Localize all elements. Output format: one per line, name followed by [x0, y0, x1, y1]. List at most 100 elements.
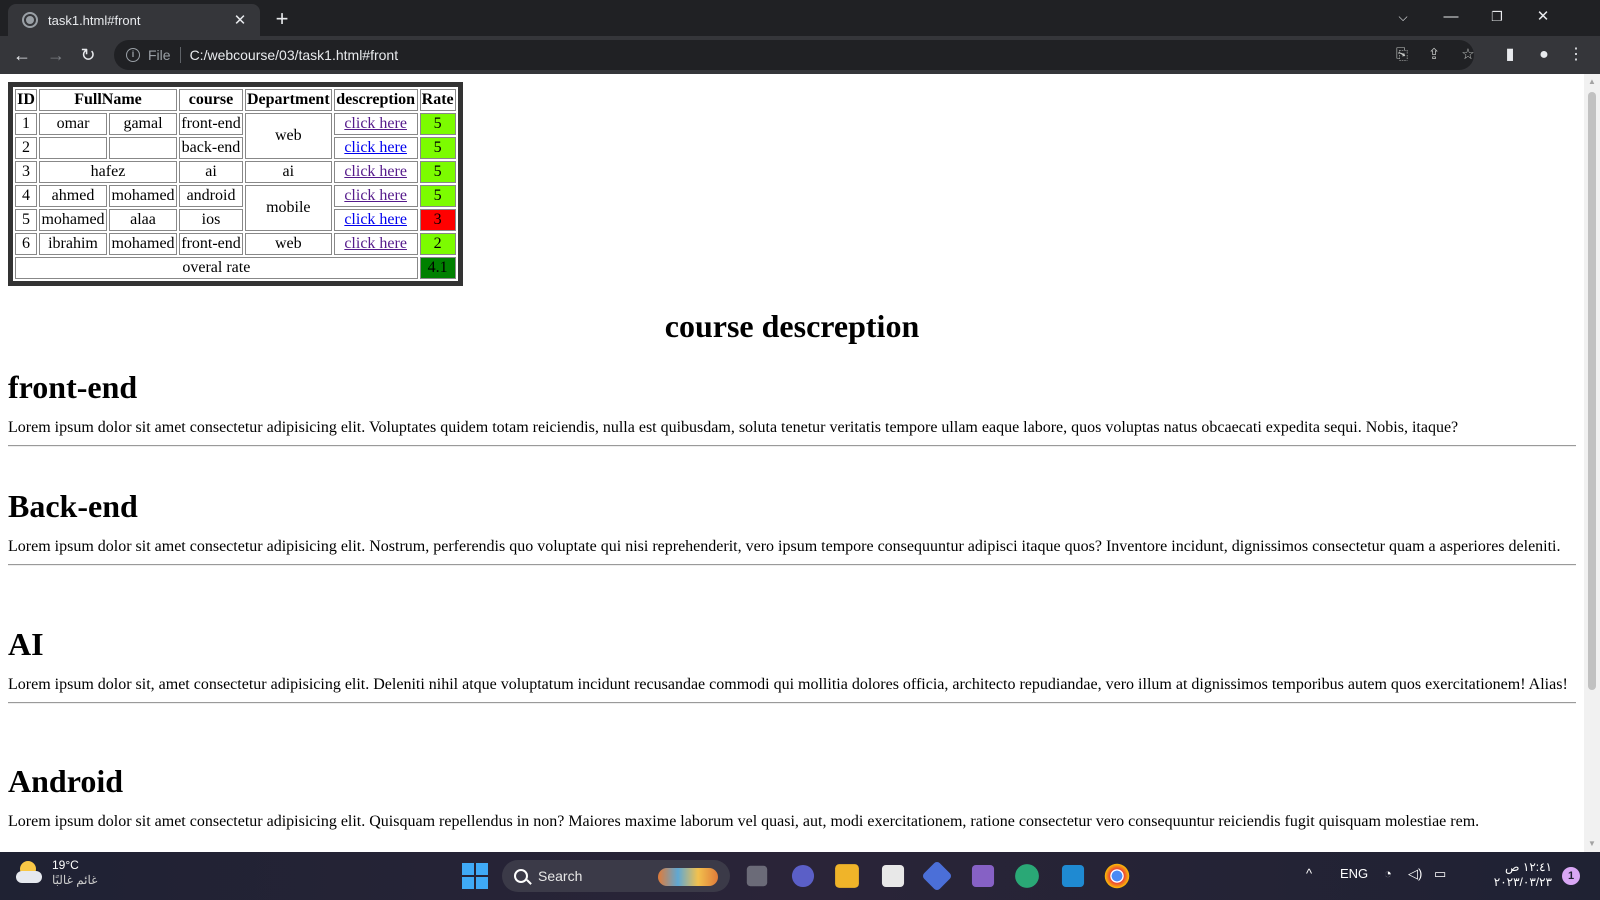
cell-last-name: alaa: [109, 209, 177, 231]
table-row: 6 ibrahim mohamed front-end web click he…: [15, 233, 456, 255]
section-divider: [8, 702, 1576, 704]
share-icon[interactable]: ⇪: [1424, 45, 1444, 65]
cell-description: click here: [333, 137, 418, 159]
vscode-icon[interactable]: [1061, 864, 1085, 888]
table-row: 1 omar gamal front-end web click here 5: [15, 113, 456, 159]
click-here-link[interactable]: click here: [344, 187, 407, 204]
click-here-link[interactable]: click here: [344, 211, 407, 228]
minimize-button[interactable]: —: [1428, 0, 1474, 34]
back-arrow-icon[interactable]: ←: [8, 41, 36, 69]
reload-icon[interactable]: ↻: [74, 41, 102, 69]
notification-badge[interactable]: 1: [1562, 867, 1580, 885]
section-divider: [8, 445, 1576, 447]
course-description-heading: course descreption: [664, 308, 920, 344]
search-highlight-art: [658, 868, 718, 886]
cell-last-name: gamal: [109, 113, 177, 135]
click-here-link[interactable]: click here: [344, 235, 407, 252]
section-text: Lorem ipsum dolor sit, amet consectetur …: [8, 676, 1568, 693]
cell-full-name: hafez: [39, 161, 177, 183]
tab-title: task1.html#front: [48, 12, 141, 28]
cell-first-name: ahmed: [39, 185, 107, 207]
bookmark-star-icon[interactable]: ☆: [1458, 45, 1478, 65]
teams-chat-icon[interactable]: [791, 864, 815, 888]
microsoft-store-icon[interactable]: [881, 864, 905, 888]
tab-search-icon[interactable]: ⌵: [1380, 0, 1426, 34]
overall-rate-value: 4.1: [419, 257, 456, 279]
table-footer-row: overal rate 4.1: [15, 257, 456, 279]
cell-course: android: [179, 185, 243, 207]
windows-start-icon[interactable]: [462, 863, 488, 889]
cell-last-name: mohamed: [109, 233, 177, 255]
taskbar-search[interactable]: Search: [502, 860, 730, 892]
scroll-up-arrow-icon[interactable]: ▲: [1584, 74, 1600, 90]
language-indicator[interactable]: ENG: [1340, 866, 1368, 881]
course-section-front-end: front-end Lorem ipsum dolor sit amet con…: [8, 368, 1576, 447]
cell-course: back-end: [179, 137, 243, 159]
courses-table: ID FullName course Department descreptio…: [8, 82, 463, 286]
section-text: Lorem ipsum dolor sit amet consectetur a…: [8, 813, 1480, 830]
power-automate-icon[interactable]: [921, 860, 953, 892]
course-section-ai: AI Lorem ipsum dolor sit, amet consectet…: [8, 625, 1576, 704]
side-panel-icon[interactable]: ▮: [1500, 45, 1520, 65]
chrome-icon[interactable]: [1104, 863, 1130, 889]
cell-rate: 5: [419, 185, 456, 207]
cell-course: front-end: [179, 113, 243, 135]
header-fullname: FullName: [39, 89, 177, 111]
wifi-icon[interactable]: ◔: [1384, 866, 1392, 881]
new-tab-button[interactable]: +: [268, 6, 296, 34]
table-row: 4 ahmed mohamed android mobile click her…: [15, 185, 456, 231]
tab-strip: task1.html#front ✕ + ⌵ — ❐ ✕: [0, 0, 1600, 36]
show-hidden-icons-chevron-icon[interactable]: ^: [1306, 866, 1312, 881]
click-here-link[interactable]: click here: [344, 163, 407, 180]
close-window-button[interactable]: ✕: [1520, 0, 1566, 34]
partly-cloudy-icon: [16, 859, 44, 887]
cell-id: 3: [15, 161, 37, 183]
profile-icon[interactable]: ●: [1534, 45, 1554, 65]
close-tab-icon[interactable]: ✕: [230, 11, 250, 29]
menu-kebab-icon[interactable]: ⋮: [1566, 45, 1586, 65]
section-text: Lorem ipsum dolor sit amet consectetur a…: [8, 538, 1561, 555]
restore-button[interactable]: ❐: [1474, 0, 1520, 34]
windows-taskbar: 19°C غائم غالبًا Search ^ ENG ◔ ◁) ▭ ١٢:…: [0, 852, 1600, 900]
search-label: Search: [538, 868, 583, 884]
info-icon[interactable]: i: [126, 48, 140, 62]
click-here-link[interactable]: click here: [344, 115, 407, 132]
scrollbar-thumb[interactable]: [1588, 92, 1596, 690]
task-view-icon[interactable]: [746, 865, 768, 887]
file-explorer-icon[interactable]: [835, 864, 859, 888]
table-row: 2 back-end click here 5: [15, 137, 456, 159]
cell-id: 1: [15, 113, 37, 135]
clock-date: ٢٠٢٣/٠٣/٢٣: [1493, 875, 1552, 889]
edge-icon[interactable]: [1015, 864, 1039, 888]
header-descreption: descreption: [333, 89, 418, 111]
forward-arrow-icon[interactable]: →: [42, 41, 70, 69]
scroll-down-arrow-icon[interactable]: ▼: [1584, 836, 1600, 852]
address-bar[interactable]: i File C:/webcourse/03/task1.html#front: [114, 40, 1474, 70]
globe-icon: [22, 12, 38, 28]
section-title: front-end: [8, 369, 138, 405]
cell-course: front-end: [179, 233, 243, 255]
url-text[interactable]: C:/webcourse/03/task1.html#front: [190, 47, 399, 63]
weather-widget[interactable]: 19°C غائم غالبًا: [16, 858, 97, 888]
cell-description: click here: [333, 209, 418, 231]
browser-tab[interactable]: task1.html#front ✕: [8, 4, 260, 36]
header-id: ID: [15, 89, 37, 111]
volume-icon[interactable]: ◁): [1408, 866, 1422, 882]
cell-first-name: [39, 137, 107, 159]
click-here-link[interactable]: click here: [344, 139, 407, 156]
vertical-scrollbar[interactable]: ▲ ▼: [1584, 74, 1600, 852]
page-viewport: ID FullName course Department descreptio…: [0, 74, 1584, 852]
visual-studio-icon[interactable]: [971, 864, 995, 888]
cell-first-name: mohamed: [39, 209, 107, 231]
translate-icon[interactable]: ⎘: [1392, 45, 1412, 65]
cell-first-name: omar: [39, 113, 107, 135]
cell-department: mobile: [245, 185, 332, 231]
cell-description: click here: [333, 233, 418, 255]
system-clock[interactable]: ١٢:٤١ ص ٢٠٢٣/٠٣/٢٣: [1492, 860, 1552, 890]
battery-icon[interactable]: ▭: [1434, 866, 1446, 882]
clock-time: ١٢:٤١ ص: [1505, 860, 1552, 874]
cell-description: click here: [333, 113, 418, 135]
course-section-back-end: Back-end Lorem ipsum dolor sit amet cons…: [8, 487, 1576, 566]
table-row: 3 hafez ai ai click here 5: [15, 161, 456, 183]
cell-rate: 5: [419, 161, 456, 183]
